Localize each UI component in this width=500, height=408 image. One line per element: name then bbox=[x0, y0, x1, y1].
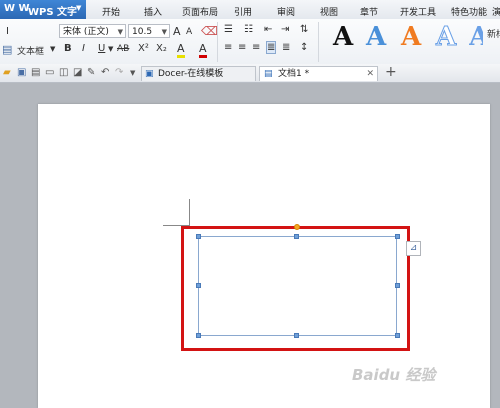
menu-bar: W W WPS 文字 ▼ 开始 插入 页面布局 引用 审阅 视图 章节 开发工具… bbox=[0, 0, 500, 20]
resize-handle[interactable] bbox=[395, 333, 400, 338]
undo-icon[interactable]: ↶ bbox=[101, 67, 109, 78]
save-icon[interactable]: ▣ bbox=[17, 67, 26, 78]
menu-item-chapter[interactable]: 章节 bbox=[360, 5, 378, 18]
font-name-value: 宋体 (正文) bbox=[63, 27, 109, 37]
tab-label: 文档1 * bbox=[278, 69, 310, 79]
watermark-text: Baidu 经验 bbox=[352, 366, 436, 384]
align-left-icon[interactable]: ≡ bbox=[224, 42, 232, 53]
export-pdf-icon[interactable]: ▤ bbox=[31, 67, 40, 78]
shrink-font-button[interactable]: A bbox=[186, 27, 192, 37]
style-preview-outline[interactable]: A bbox=[435, 22, 456, 53]
wps-logo-icon: W W bbox=[4, 3, 30, 14]
menu-item-view[interactable]: 视图 bbox=[320, 5, 338, 18]
chevron-down-icon[interactable]: ▼ bbox=[108, 45, 113, 53]
highlight-button[interactable]: A bbox=[177, 42, 185, 58]
menu-item-page-layout[interactable]: 页面布局 bbox=[182, 5, 218, 18]
number-list-icon[interactable]: ☷ bbox=[244, 24, 253, 35]
bold-button[interactable]: B bbox=[64, 43, 72, 54]
print-preview-icon[interactable]: ◫ bbox=[59, 67, 68, 78]
textbox-icon: ▤ bbox=[2, 43, 13, 56]
resize-handle[interactable] bbox=[196, 333, 201, 338]
resize-handle[interactable] bbox=[294, 333, 299, 338]
subscript-button[interactable]: X₂ bbox=[156, 43, 167, 54]
style-preview-black[interactable]: A bbox=[333, 22, 353, 52]
app-title: WPS 文字 bbox=[28, 7, 78, 18]
chevron-down-icon[interactable]: ▼ bbox=[130, 69, 135, 77]
paste-button[interactable]: I bbox=[6, 26, 9, 37]
spell-check-icon[interactable]: ◪ bbox=[73, 67, 82, 78]
distribute-icon[interactable]: ≣ bbox=[282, 42, 290, 53]
open-folder-icon[interactable]: ▰ bbox=[3, 67, 11, 78]
decrease-indent-icon[interactable]: ⇤ bbox=[264, 24, 272, 35]
tab-document1[interactable]: ▤ 文档1 * ✕ bbox=[259, 66, 378, 81]
text-box[interactable] bbox=[198, 236, 397, 336]
align-right-icon[interactable]: ≡ bbox=[252, 42, 260, 53]
resize-handle[interactable] bbox=[395, 283, 400, 288]
divider bbox=[318, 22, 319, 62]
menu-item-review[interactable]: 审阅 bbox=[277, 5, 295, 18]
tab-label: Docer-在线模板 bbox=[158, 69, 224, 79]
sort-icon[interactable]: ⇅ bbox=[300, 24, 308, 35]
resize-handle[interactable] bbox=[196, 283, 201, 288]
menu-item-developer[interactable]: 开发工具 bbox=[400, 5, 436, 18]
rotate-handle[interactable] bbox=[294, 224, 300, 230]
style-preview-orange[interactable]: A bbox=[401, 22, 421, 52]
italic-button[interactable]: I bbox=[82, 43, 85, 54]
format-painter-icon[interactable]: ✎ bbox=[87, 67, 95, 78]
chevron-down-icon: ▼ bbox=[76, 4, 82, 12]
menu-item-features[interactable]: 特色功能 bbox=[451, 5, 487, 18]
print-icon[interactable]: ▭ bbox=[45, 67, 54, 78]
layout-options-icon[interactable]: ⊿ bbox=[406, 241, 421, 256]
chevron-down-icon: ▼ bbox=[117, 28, 123, 36]
docer-icon: ▣ bbox=[145, 69, 154, 79]
menu-item-insert[interactable]: 插入 bbox=[144, 5, 162, 18]
style-preview-blue[interactable]: A bbox=[366, 22, 386, 52]
document-tab-bar: ▰ ▣ ▤ ▭ ◫ ◪ ✎ ↶ ↷ ▼ ▣ Docer-在线模板 ▤ 文档1 *… bbox=[0, 64, 500, 83]
document-icon: ▤ bbox=[264, 69, 273, 79]
tab-docer-templates[interactable]: ▣ Docer-在线模板 bbox=[141, 66, 256, 81]
underline-button[interactable]: U bbox=[98, 43, 105, 54]
increase-indent-icon[interactable]: ⇥ bbox=[281, 24, 289, 35]
bullet-list-icon[interactable]: ☰ bbox=[224, 24, 233, 35]
font-size-select[interactable]: 10.5 ▼ bbox=[128, 24, 170, 38]
menu-item-references[interactable]: 引用 bbox=[234, 5, 252, 18]
resize-handle[interactable] bbox=[294, 234, 299, 239]
justify-icon[interactable]: ≣ bbox=[266, 41, 277, 54]
divider bbox=[217, 22, 218, 62]
chevron-down-icon[interactable]: ▼ bbox=[50, 45, 55, 53]
align-center-icon[interactable]: ≡ bbox=[238, 42, 246, 53]
clear-format-icon[interactable]: ⌫ bbox=[201, 24, 218, 38]
style-preview-gradient[interactable]: A bbox=[469, 22, 483, 52]
superscript-button[interactable]: X² bbox=[138, 43, 149, 54]
redo-icon[interactable]: ↷ bbox=[115, 67, 123, 78]
menu-item-more[interactable]: 演 bbox=[492, 5, 500, 18]
menu-item-home[interactable]: 开始 bbox=[102, 5, 120, 18]
resize-handle[interactable] bbox=[196, 234, 201, 239]
font-color-button[interactable]: A bbox=[199, 42, 207, 58]
new-tab-icon[interactable]: + bbox=[385, 64, 397, 80]
line-spacing-icon[interactable]: ↕ bbox=[300, 42, 308, 53]
close-icon[interactable]: ✕ bbox=[366, 67, 374, 82]
strikethrough-button[interactable]: AB bbox=[117, 44, 129, 54]
new-style-button[interactable]: 新样 bbox=[487, 27, 500, 40]
grow-font-button[interactable]: A bbox=[173, 25, 181, 38]
chevron-down-icon: ▼ bbox=[161, 28, 167, 36]
margin-corner-mark bbox=[189, 199, 190, 225]
resize-handle[interactable] bbox=[395, 234, 400, 239]
font-name-select[interactable]: 宋体 (正文) ▼ bbox=[59, 24, 126, 38]
textbox-button[interactable]: 文本框 bbox=[17, 44, 44, 57]
font-size-value: 10.5 bbox=[132, 27, 153, 37]
wps-app-menu-button[interactable]: W W WPS 文字 ▼ bbox=[0, 0, 86, 19]
